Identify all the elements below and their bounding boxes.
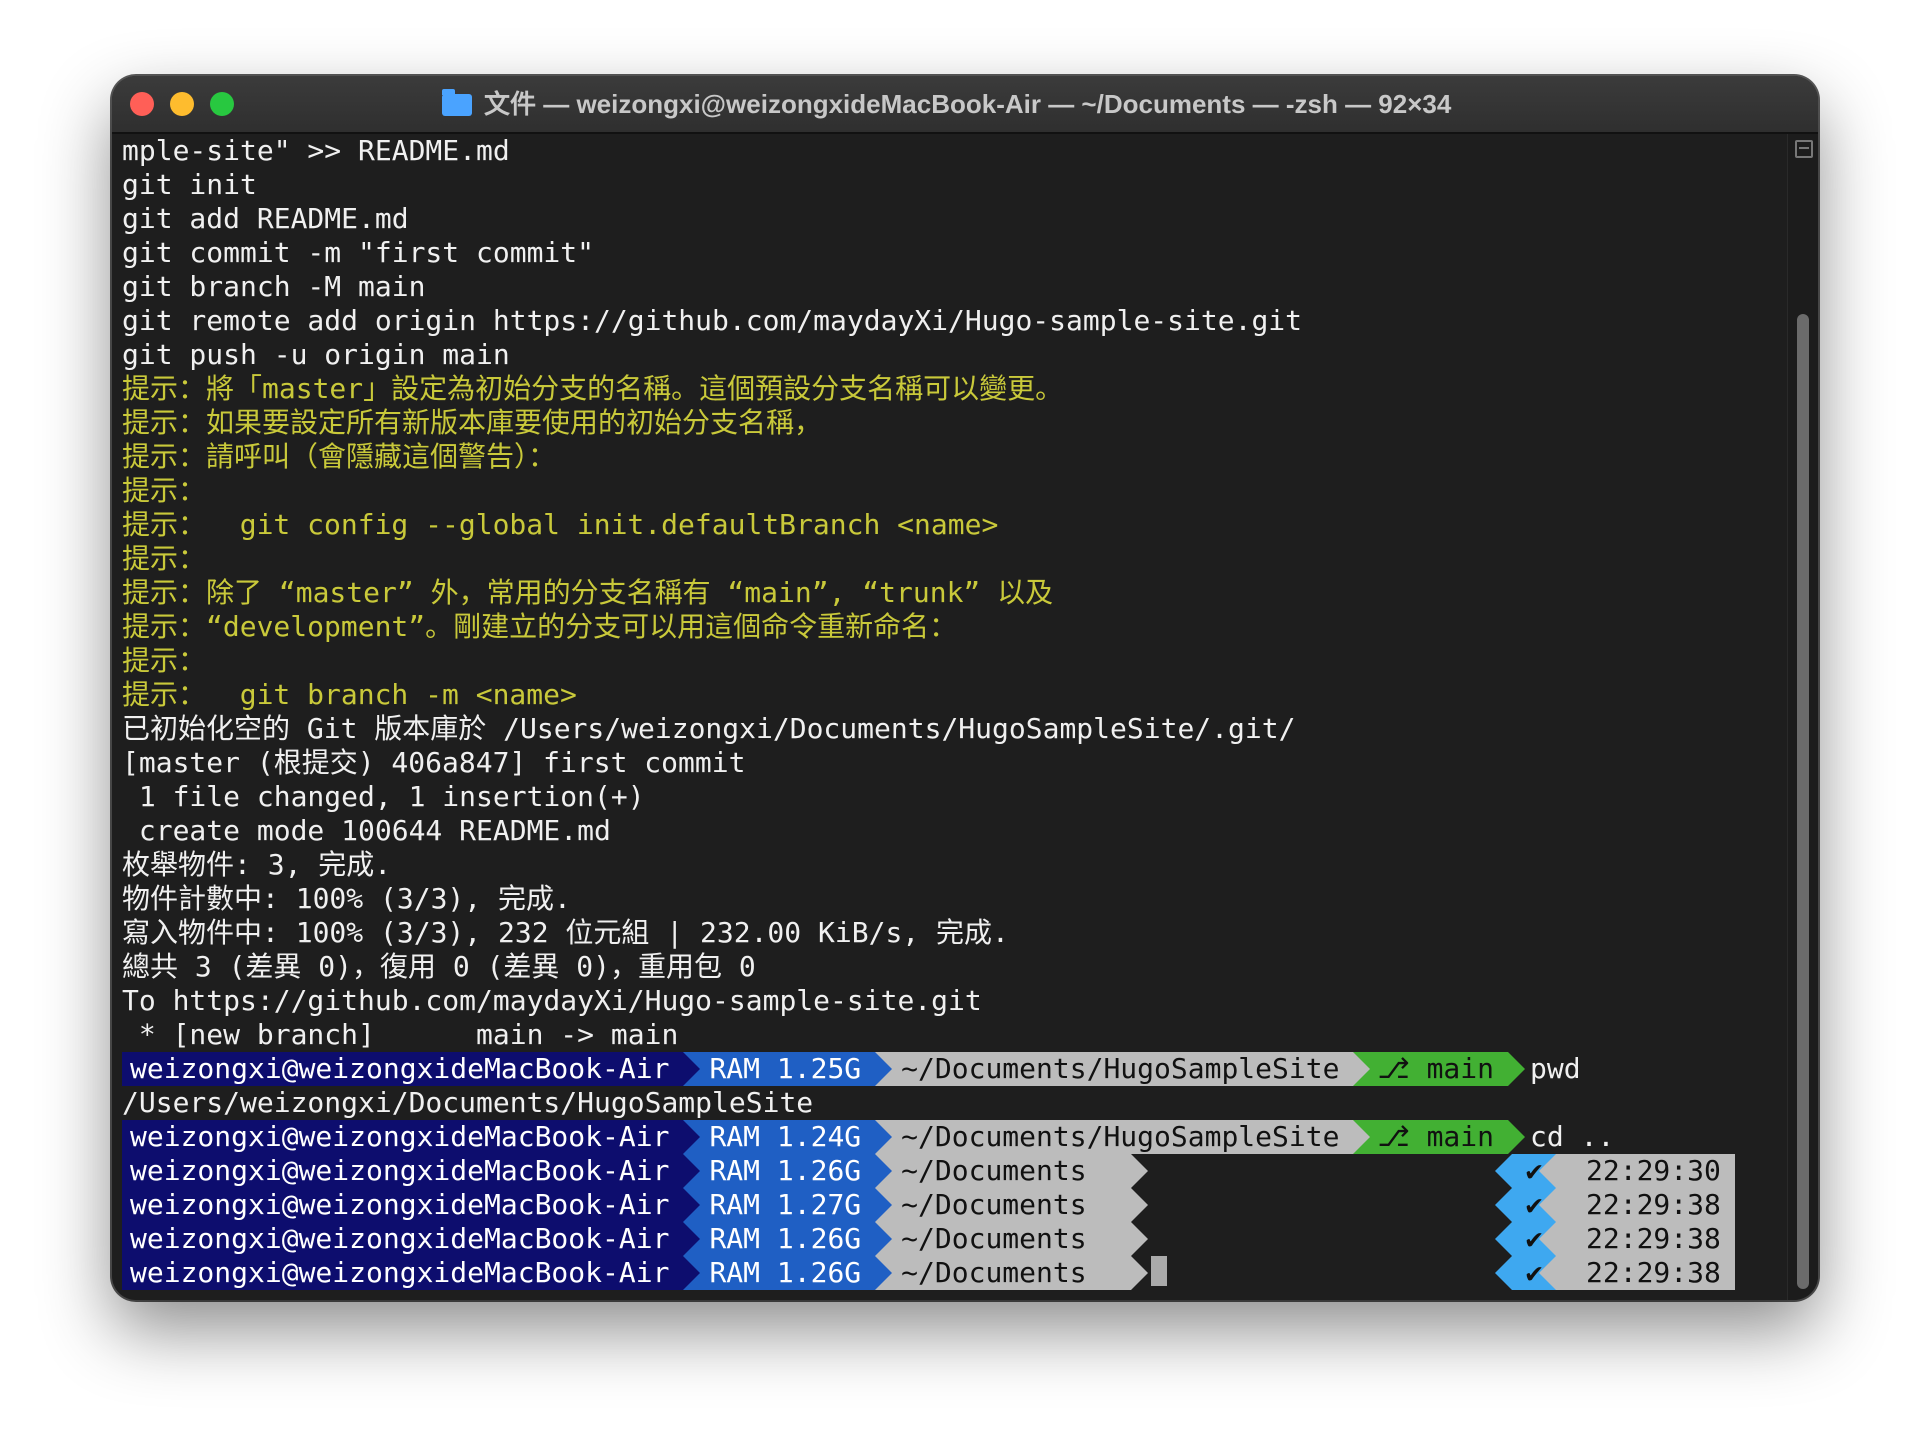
prompt-user-segment: weizongxi@weizongxideMacBook-Air bbox=[122, 1222, 701, 1256]
hint-line: 提示： git branch -m <name> bbox=[122, 678, 577, 711]
prompt-time: 22:29:38 bbox=[1539, 1188, 1735, 1222]
output-line: git commit -m "first commit" bbox=[122, 236, 595, 269]
output-line: * [new branch] main -> main bbox=[122, 1018, 679, 1051]
prompt-time: 22:29:38 bbox=[1539, 1222, 1735, 1256]
prompt-dir-segment: ~/Documents bbox=[875, 1256, 1149, 1290]
prompt-time: 22:29:30 bbox=[1539, 1154, 1735, 1188]
prompt-right-status: ✔ 22:29:30 bbox=[1495, 1154, 1735, 1188]
prompt-right-status: ✔ 22:29:38 bbox=[1495, 1256, 1735, 1290]
prompt-dir-segment: ~/Documents bbox=[875, 1222, 1149, 1256]
prompt-git-segment: ⎇ main bbox=[1353, 1052, 1526, 1086]
folder-icon bbox=[442, 89, 472, 116]
output-line: git init bbox=[122, 168, 257, 201]
git-branch-icon: ⎇ bbox=[1377, 1120, 1410, 1153]
prompt-user-segment: weizongxi@weizongxideMacBook-Air bbox=[122, 1188, 701, 1222]
prompt-time: 22:29:38 bbox=[1539, 1256, 1735, 1290]
prompt-user-segment: weizongxi@weizongxideMacBook-Air bbox=[122, 1256, 701, 1290]
prompt-git-segment: ⎇ main bbox=[1353, 1120, 1526, 1154]
output-line: 1 file changed, 1 insertion(+) bbox=[122, 780, 645, 813]
git-branch-icon: ⎇ bbox=[1377, 1052, 1410, 1085]
output-line: 物件計數中: 100% (3/3), 完成. bbox=[122, 882, 571, 915]
title-bar[interactable]: 文件 — weizongxi@weizongxideMacBook-Air — … bbox=[112, 76, 1818, 134]
prompt-ram-segment: RAM 1.27G bbox=[683, 1188, 893, 1222]
hint-line: 提示：請呼叫（會隱藏這個警告）： bbox=[122, 440, 557, 473]
output-line: git add README.md bbox=[122, 202, 409, 235]
prompt-line: weizongxi@weizongxideMacBook-Air RAM 1.2… bbox=[122, 1052, 1581, 1086]
output-line: 總共 3 (差異 0)，復用 0 (差異 0)，重用包 0 bbox=[122, 950, 756, 983]
output-line: git remote add origin https://github.com… bbox=[122, 304, 1303, 337]
prompt-dir-segment: ~/Documents bbox=[875, 1188, 1149, 1222]
hint-line: 提示：如果要設定所有新版本庫要使用的初始分支名稱， bbox=[122, 406, 823, 439]
prompt-ram-segment: RAM 1.24G bbox=[683, 1120, 893, 1154]
output-line: [master (根提交) 406a847] first commit bbox=[122, 746, 746, 779]
hint-line: 提示：“development”。剛建立的分支可以用這個命令重新命名： bbox=[122, 610, 958, 643]
prompt-right-status: ✔ 22:29:38 bbox=[1495, 1188, 1735, 1222]
output-line: git branch -M main bbox=[122, 270, 426, 303]
output-line: mple-site" >> README.md bbox=[122, 134, 510, 167]
hint-line: 提示： git config --global init.defaultBran… bbox=[122, 508, 999, 541]
prompt-dir-segment: ~/Documents/HugoSampleSite bbox=[875, 1120, 1371, 1154]
prompt-ram-segment: RAM 1.25G bbox=[683, 1052, 893, 1086]
prompt-user-segment: weizongxi@weizongxideMacBook-Air bbox=[122, 1120, 701, 1154]
terminal-content[interactable]: mple-site" >> README.md git init git add… bbox=[112, 134, 1788, 1300]
output-line: 枚舉物件: 3, 完成. bbox=[122, 848, 392, 881]
text-cursor[interactable] bbox=[1151, 1256, 1168, 1286]
prompt-line: weizongxi@weizongxideMacBook-Air RAM 1.2… bbox=[122, 1154, 1149, 1188]
prompt-user-segment: weizongxi@weizongxideMacBook-Air bbox=[122, 1154, 701, 1188]
output-line: To https://github.com/maydayXi/Hugo-samp… bbox=[122, 984, 982, 1017]
prompt-line: weizongxi@weizongxideMacBook-Air RAM 1.2… bbox=[122, 1188, 1149, 1222]
output-line: git push -u origin main bbox=[122, 338, 510, 371]
output-line: 寫入物件中: 100% (3/3), 232 位元組 | 232.00 KiB/… bbox=[122, 916, 1009, 949]
prompt-line: weizongxi@weizongxideMacBook-Air RAM 1.2… bbox=[122, 1222, 1149, 1256]
prompt-user-segment: weizongxi@weizongxideMacBook-Air bbox=[122, 1052, 701, 1086]
prompt-right-status: ✔ 22:29:38 bbox=[1495, 1222, 1735, 1256]
prompt-line: weizongxi@weizongxideMacBook-Air RAM 1.2… bbox=[122, 1120, 1614, 1154]
zoom-button[interactable] bbox=[210, 92, 234, 116]
hint-line: 提示：除了 “master” 外，常用的分支名稱有 “main”, “trunk… bbox=[122, 576, 1054, 609]
prompt-dir-segment: ~/Documents bbox=[875, 1154, 1149, 1188]
output-line: 已初始化空的 Git 版本庫於 /Users/weizongxi/Documen… bbox=[122, 712, 1296, 745]
hint-line: 提示： bbox=[122, 644, 207, 677]
pwd-output-line: /Users/weizongxi/Documents/HugoSampleSit… bbox=[122, 1086, 814, 1119]
output-line: create mode 100644 README.md bbox=[122, 814, 611, 847]
hint-line: 提示： bbox=[122, 542, 207, 575]
vertical-scrollbar[interactable] bbox=[1787, 134, 1818, 1300]
hint-line: 提示：將「master」設定為初始分支的名稱。這個預設分支名稱可以變更。 bbox=[122, 372, 1064, 405]
prompt-ram-segment: RAM 1.26G bbox=[683, 1222, 893, 1256]
prompt-dir-segment: ~/Documents/HugoSampleSite bbox=[875, 1052, 1371, 1086]
terminal-window: 文件 — weizongxi@weizongxideMacBook-Air — … bbox=[112, 76, 1818, 1300]
prompt-ram-segment: RAM 1.26G bbox=[683, 1256, 893, 1290]
window-title: 文件 — weizongxi@weizongxideMacBook-Air — … bbox=[442, 84, 1451, 124]
prompt-ram-segment: RAM 1.26G bbox=[683, 1154, 893, 1188]
close-button[interactable] bbox=[130, 92, 154, 116]
minimize-button[interactable] bbox=[170, 92, 194, 116]
split-pane-icon[interactable] bbox=[1795, 140, 1813, 158]
hint-line: 提示： bbox=[122, 474, 207, 507]
window-title-text: 文件 — weizongxi@weizongxideMacBook-Air — … bbox=[484, 89, 1452, 119]
prompt-line-current[interactable]: weizongxi@weizongxideMacBook-Air RAM 1.2… bbox=[122, 1256, 1168, 1290]
scrollbar-thumb[interactable] bbox=[1797, 314, 1809, 1289]
